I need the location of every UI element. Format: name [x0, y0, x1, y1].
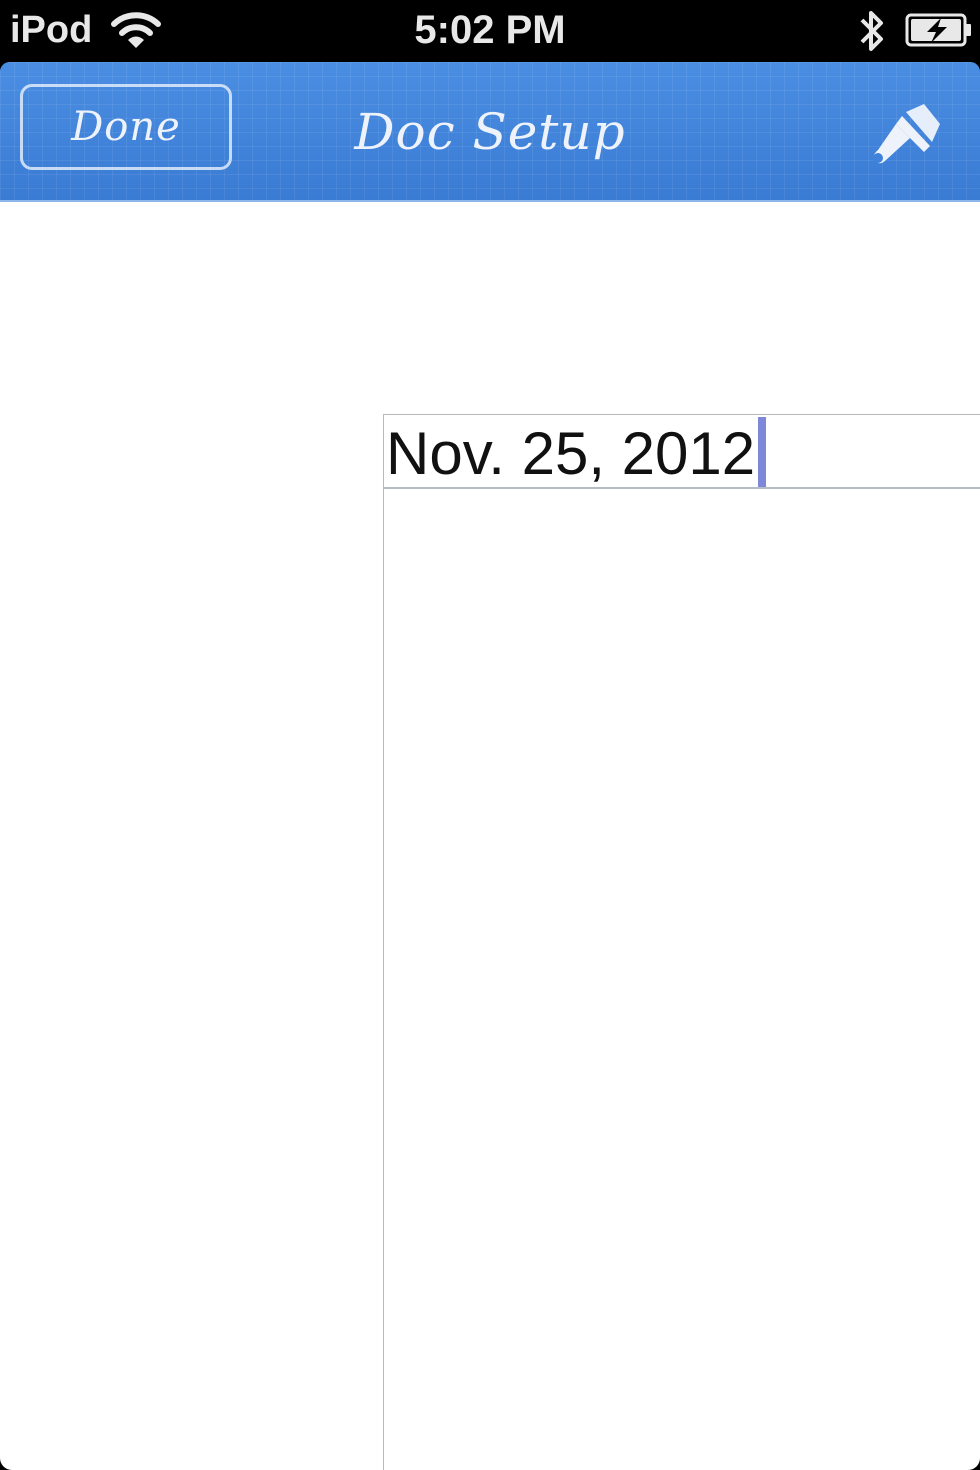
clock: 5:02 PM: [414, 8, 566, 52]
screen: iPod 5:02 PM Done Doc Setup Nov. 25, 201…: [0, 0, 980, 1470]
date-text[interactable]: Nov. 25, 2012: [386, 421, 755, 487]
paint-brush-icon[interactable]: [866, 102, 946, 172]
battery-charging-icon: [905, 13, 971, 47]
document-panel[interactable]: Nov. 25, 2012: [383, 414, 980, 1470]
bluetooth-icon: [860, 11, 883, 51]
text-cursor: [758, 417, 766, 487]
status-bar: iPod 5:02 PM: [0, 0, 980, 62]
navigation-bar: Done Doc Setup: [0, 62, 980, 202]
page-title: Doc Setup: [354, 103, 626, 161]
done-button[interactable]: Done: [20, 84, 232, 170]
date-field[interactable]: Nov. 25, 2012: [384, 415, 980, 489]
content-area: Nov. 25, 2012: [0, 202, 980, 1470]
